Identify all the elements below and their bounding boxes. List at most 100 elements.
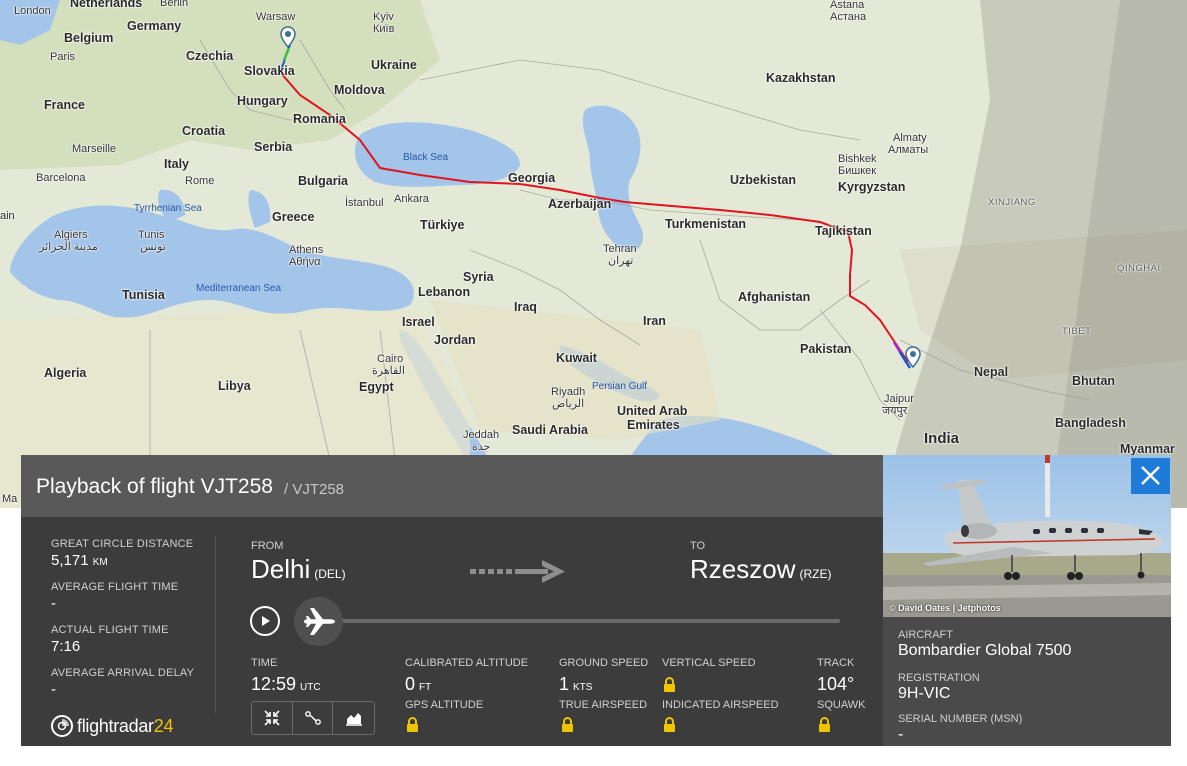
map-label: جدة bbox=[472, 441, 491, 453]
close-button[interactable] bbox=[1131, 458, 1170, 494]
time-value-text: 12:59 bbox=[251, 674, 297, 694]
map-label: Astana bbox=[830, 0, 865, 11]
map-label: QINGHAI bbox=[1117, 263, 1161, 274]
map-label: Iraq bbox=[514, 300, 537, 314]
lock-icon[interactable] bbox=[818, 717, 831, 733]
map-label: Hungary bbox=[237, 94, 288, 108]
radar-logo-icon bbox=[51, 715, 73, 737]
logo-word: flightradar bbox=[77, 715, 154, 736]
map-label: القاهرة bbox=[372, 365, 405, 377]
map-label: Warsaw bbox=[256, 11, 296, 23]
map-label: Georgia bbox=[508, 171, 556, 185]
to-label: TO bbox=[690, 540, 706, 552]
destination-map-pin-icon[interactable] bbox=[905, 346, 921, 368]
time-label: TIME bbox=[251, 657, 278, 669]
map-label: Rome bbox=[185, 175, 215, 187]
photo-credit[interactable]: © David Oates | Jetphotos bbox=[889, 603, 1001, 613]
origin-map-pin-icon[interactable] bbox=[280, 26, 296, 48]
map-label: Afghanistan bbox=[738, 290, 811, 304]
map-label: Jaipur bbox=[884, 393, 914, 405]
map-label: Azerbaijan bbox=[548, 197, 612, 211]
chart-view-button[interactable] bbox=[333, 702, 374, 734]
origin-code: (DEL) bbox=[314, 567, 346, 581]
map-label: Emirates bbox=[627, 418, 680, 432]
aircraft-info-card: © David Oates | Jetphotos AIRCRAFT Bomba… bbox=[883, 455, 1171, 746]
map-canvas bbox=[0, 0, 1187, 508]
map-label: تونس bbox=[140, 241, 166, 253]
map-label: Israel bbox=[402, 315, 435, 329]
map-label: Turkmenistan bbox=[665, 217, 747, 231]
map-label: Algeria bbox=[44, 366, 87, 380]
logo-number: 24 bbox=[153, 715, 174, 736]
play-button[interactable] bbox=[250, 606, 280, 636]
ground-speed-text: 1 bbox=[559, 674, 570, 694]
stat-label: AVERAGE FLIGHT TIME bbox=[51, 581, 179, 593]
aircraft-photo[interactable]: © David Oates | Jetphotos bbox=[883, 455, 1171, 617]
vertical-speed-label: VERTICAL SPEED bbox=[662, 657, 756, 669]
collapse-view-button[interactable] bbox=[252, 702, 293, 734]
time-value: 12:59 UTC bbox=[251, 674, 321, 695]
flight-title: Playback of flight VJT258 bbox=[36, 475, 273, 498]
map-label: تهران bbox=[608, 255, 634, 267]
map-label: Bishkek bbox=[838, 153, 877, 165]
serial-number-label: SERIAL NUMBER (MSN) bbox=[898, 713, 1023, 725]
map-label: Астана bbox=[830, 11, 867, 23]
average-flight-time: AVERAGE FLIGHT TIME - bbox=[51, 581, 221, 612]
map-label: TIBET bbox=[1062, 326, 1092, 337]
map-label: Egypt bbox=[359, 380, 394, 394]
map-label: Barcelona bbox=[36, 172, 86, 184]
calibrated-altitude-value: 0 FT bbox=[405, 674, 431, 695]
lock-icon[interactable] bbox=[663, 677, 676, 693]
map-label: Black Sea bbox=[403, 152, 449, 163]
stat-label: AVERAGE ARRIVAL DELAY bbox=[51, 667, 195, 679]
playback-slider-handle[interactable] bbox=[294, 597, 343, 646]
stat-value: 5,171 KM bbox=[51, 552, 221, 569]
map-label: مدينة الجزائر bbox=[39, 241, 98, 253]
close-icon bbox=[1141, 466, 1160, 485]
time-unit: UTC bbox=[300, 682, 321, 693]
route-view-button[interactable] bbox=[293, 702, 334, 734]
map-label: Libya bbox=[218, 379, 251, 393]
panel-header: Playback of flight VJT258 / VJT258 bbox=[21, 455, 883, 517]
lock-icon[interactable] bbox=[663, 717, 676, 733]
average-arrival-delay: AVERAGE ARRIVAL DELAY - bbox=[51, 667, 221, 698]
map-view[interactable]: London Netherlands Berlin Germany Warsaw… bbox=[0, 0, 1187, 508]
map-label: France bbox=[44, 98, 85, 112]
indicated-airspeed-label: INDICATED AIRSPEED bbox=[662, 699, 779, 711]
map-label: Croatia bbox=[182, 124, 226, 138]
map-label: Pakistan bbox=[800, 342, 852, 356]
map-label: Kuwait bbox=[556, 351, 597, 365]
playback-panel: Playback of flight VJT258 / VJT258 GREAT… bbox=[21, 455, 883, 746]
playback-progress-track[interactable] bbox=[321, 619, 840, 623]
lock-icon[interactable] bbox=[561, 717, 574, 733]
map-label: Saudi Arabia bbox=[512, 423, 588, 437]
ground-speed-value: 1 KTS bbox=[559, 674, 592, 695]
map-label: Nepal bbox=[974, 365, 1009, 379]
flightradar24-logo[interactable]: flightradar24 bbox=[51, 713, 173, 739]
map-label: İstanbul bbox=[345, 197, 384, 209]
serial-number-value: - bbox=[898, 726, 904, 743]
map-label: Syria bbox=[463, 270, 494, 284]
map-label: Jeddah bbox=[463, 429, 500, 441]
stat-value: - bbox=[51, 681, 56, 698]
map-label: Algiers bbox=[54, 229, 88, 241]
registration-value: 9H-VIC bbox=[898, 685, 951, 702]
from-label: FROM bbox=[251, 540, 284, 552]
calibrated-altitude-text: 0 bbox=[405, 674, 416, 694]
map-label: Kyiv bbox=[373, 11, 394, 23]
speed-unit: KTS bbox=[573, 682, 593, 693]
stat-value: - bbox=[51, 595, 56, 612]
true-airspeed-label: TRUE AIRSPEED bbox=[559, 699, 648, 711]
flight-callsign: / VJT258 bbox=[284, 481, 345, 498]
map-label: Bhutan bbox=[1072, 374, 1116, 388]
distance-value: 5,171 bbox=[51, 552, 89, 569]
map-label: Paris bbox=[50, 51, 76, 63]
actual-flight-time: ACTUAL FLIGHT TIME 7:16 bbox=[51, 624, 221, 655]
map-label: Mediterranean Sea bbox=[196, 283, 282, 294]
map-label: Slovakia bbox=[244, 64, 295, 78]
map-label: Serbia bbox=[254, 140, 293, 154]
calibrated-altitude-label: CALIBRATED ALTITUDE bbox=[405, 657, 529, 669]
map-label: Київ bbox=[373, 23, 395, 35]
lock-icon[interactable] bbox=[406, 717, 419, 733]
map-label: जयपुर bbox=[882, 405, 908, 417]
